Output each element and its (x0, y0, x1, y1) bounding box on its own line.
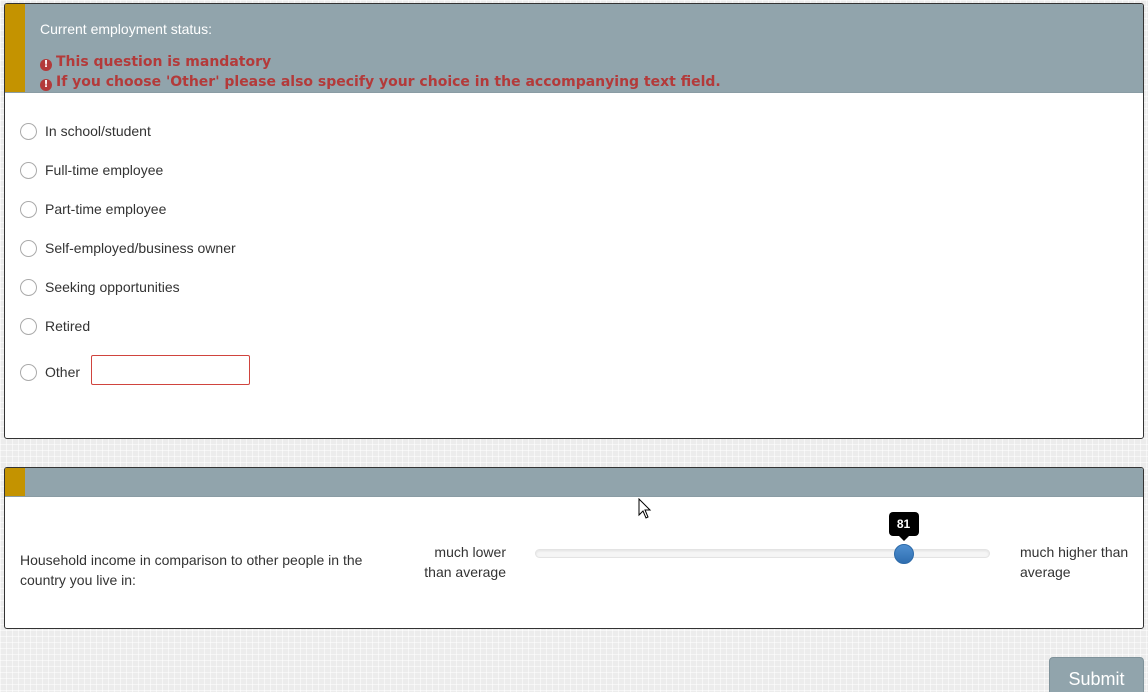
option-label: Other (45, 364, 81, 380)
slider-max-label: much higher than average (1020, 544, 1129, 580)
question-header (5, 468, 1143, 497)
radio-button[interactable] (20, 363, 37, 381)
option-part-time[interactable]: Part-time employee (20, 199, 166, 219)
option-other[interactable]: Other (20, 362, 80, 382)
option-label: Full-time employee (45, 162, 164, 178)
option-label: Self-employed/business owner (45, 240, 236, 256)
slider-question-label: Household income in comparison to other … (20, 552, 363, 588)
option-seeking[interactable]: Seeking opportunities (20, 277, 180, 297)
option-label: Part-time employee (45, 201, 167, 217)
option-label: Seeking opportunities (45, 279, 180, 295)
option-in-school[interactable]: In school/student (20, 121, 151, 141)
other-specify-error: ! If you choose 'Other' please also speci… (40, 74, 721, 91)
question-card-employment: Current employment status: ! This questio… (4, 3, 1144, 439)
slider-track[interactable] (535, 549, 990, 558)
radio-button[interactable] (20, 239, 37, 257)
question-accent-bar (5, 4, 25, 92)
slider-min-label: much lower than average (424, 544, 506, 580)
radio-button[interactable] (20, 200, 37, 218)
error-icon: ! (40, 59, 52, 71)
radio-button[interactable] (20, 278, 37, 296)
option-retired[interactable]: Retired (20, 316, 90, 336)
question-title: Current employment status: (40, 21, 212, 37)
option-full-time[interactable]: Full-time employee (20, 160, 163, 180)
slider-value-tooltip: 81 (888, 512, 919, 541)
submit-button[interactable]: Submit (1049, 657, 1144, 692)
radio-button[interactable] (20, 161, 37, 179)
question-accent-bar (5, 468, 25, 496)
mouse-pointer-icon (638, 498, 652, 519)
option-label: Retired (45, 318, 91, 334)
error-icon: ! (40, 79, 52, 91)
radio-button[interactable] (20, 122, 37, 140)
radio-button[interactable] (20, 317, 37, 335)
slider-handle[interactable] (893, 544, 914, 564)
question-card-income: Household income in comparison to other … (4, 467, 1144, 629)
other-text-input[interactable] (91, 355, 250, 385)
option-label: In school/student (45, 123, 151, 139)
question-header: Current employment status: ! This questio… (5, 4, 1143, 93)
mandatory-error: ! This question is mandatory (40, 54, 271, 71)
option-self-employed[interactable]: Self-employed/business owner (20, 238, 236, 258)
